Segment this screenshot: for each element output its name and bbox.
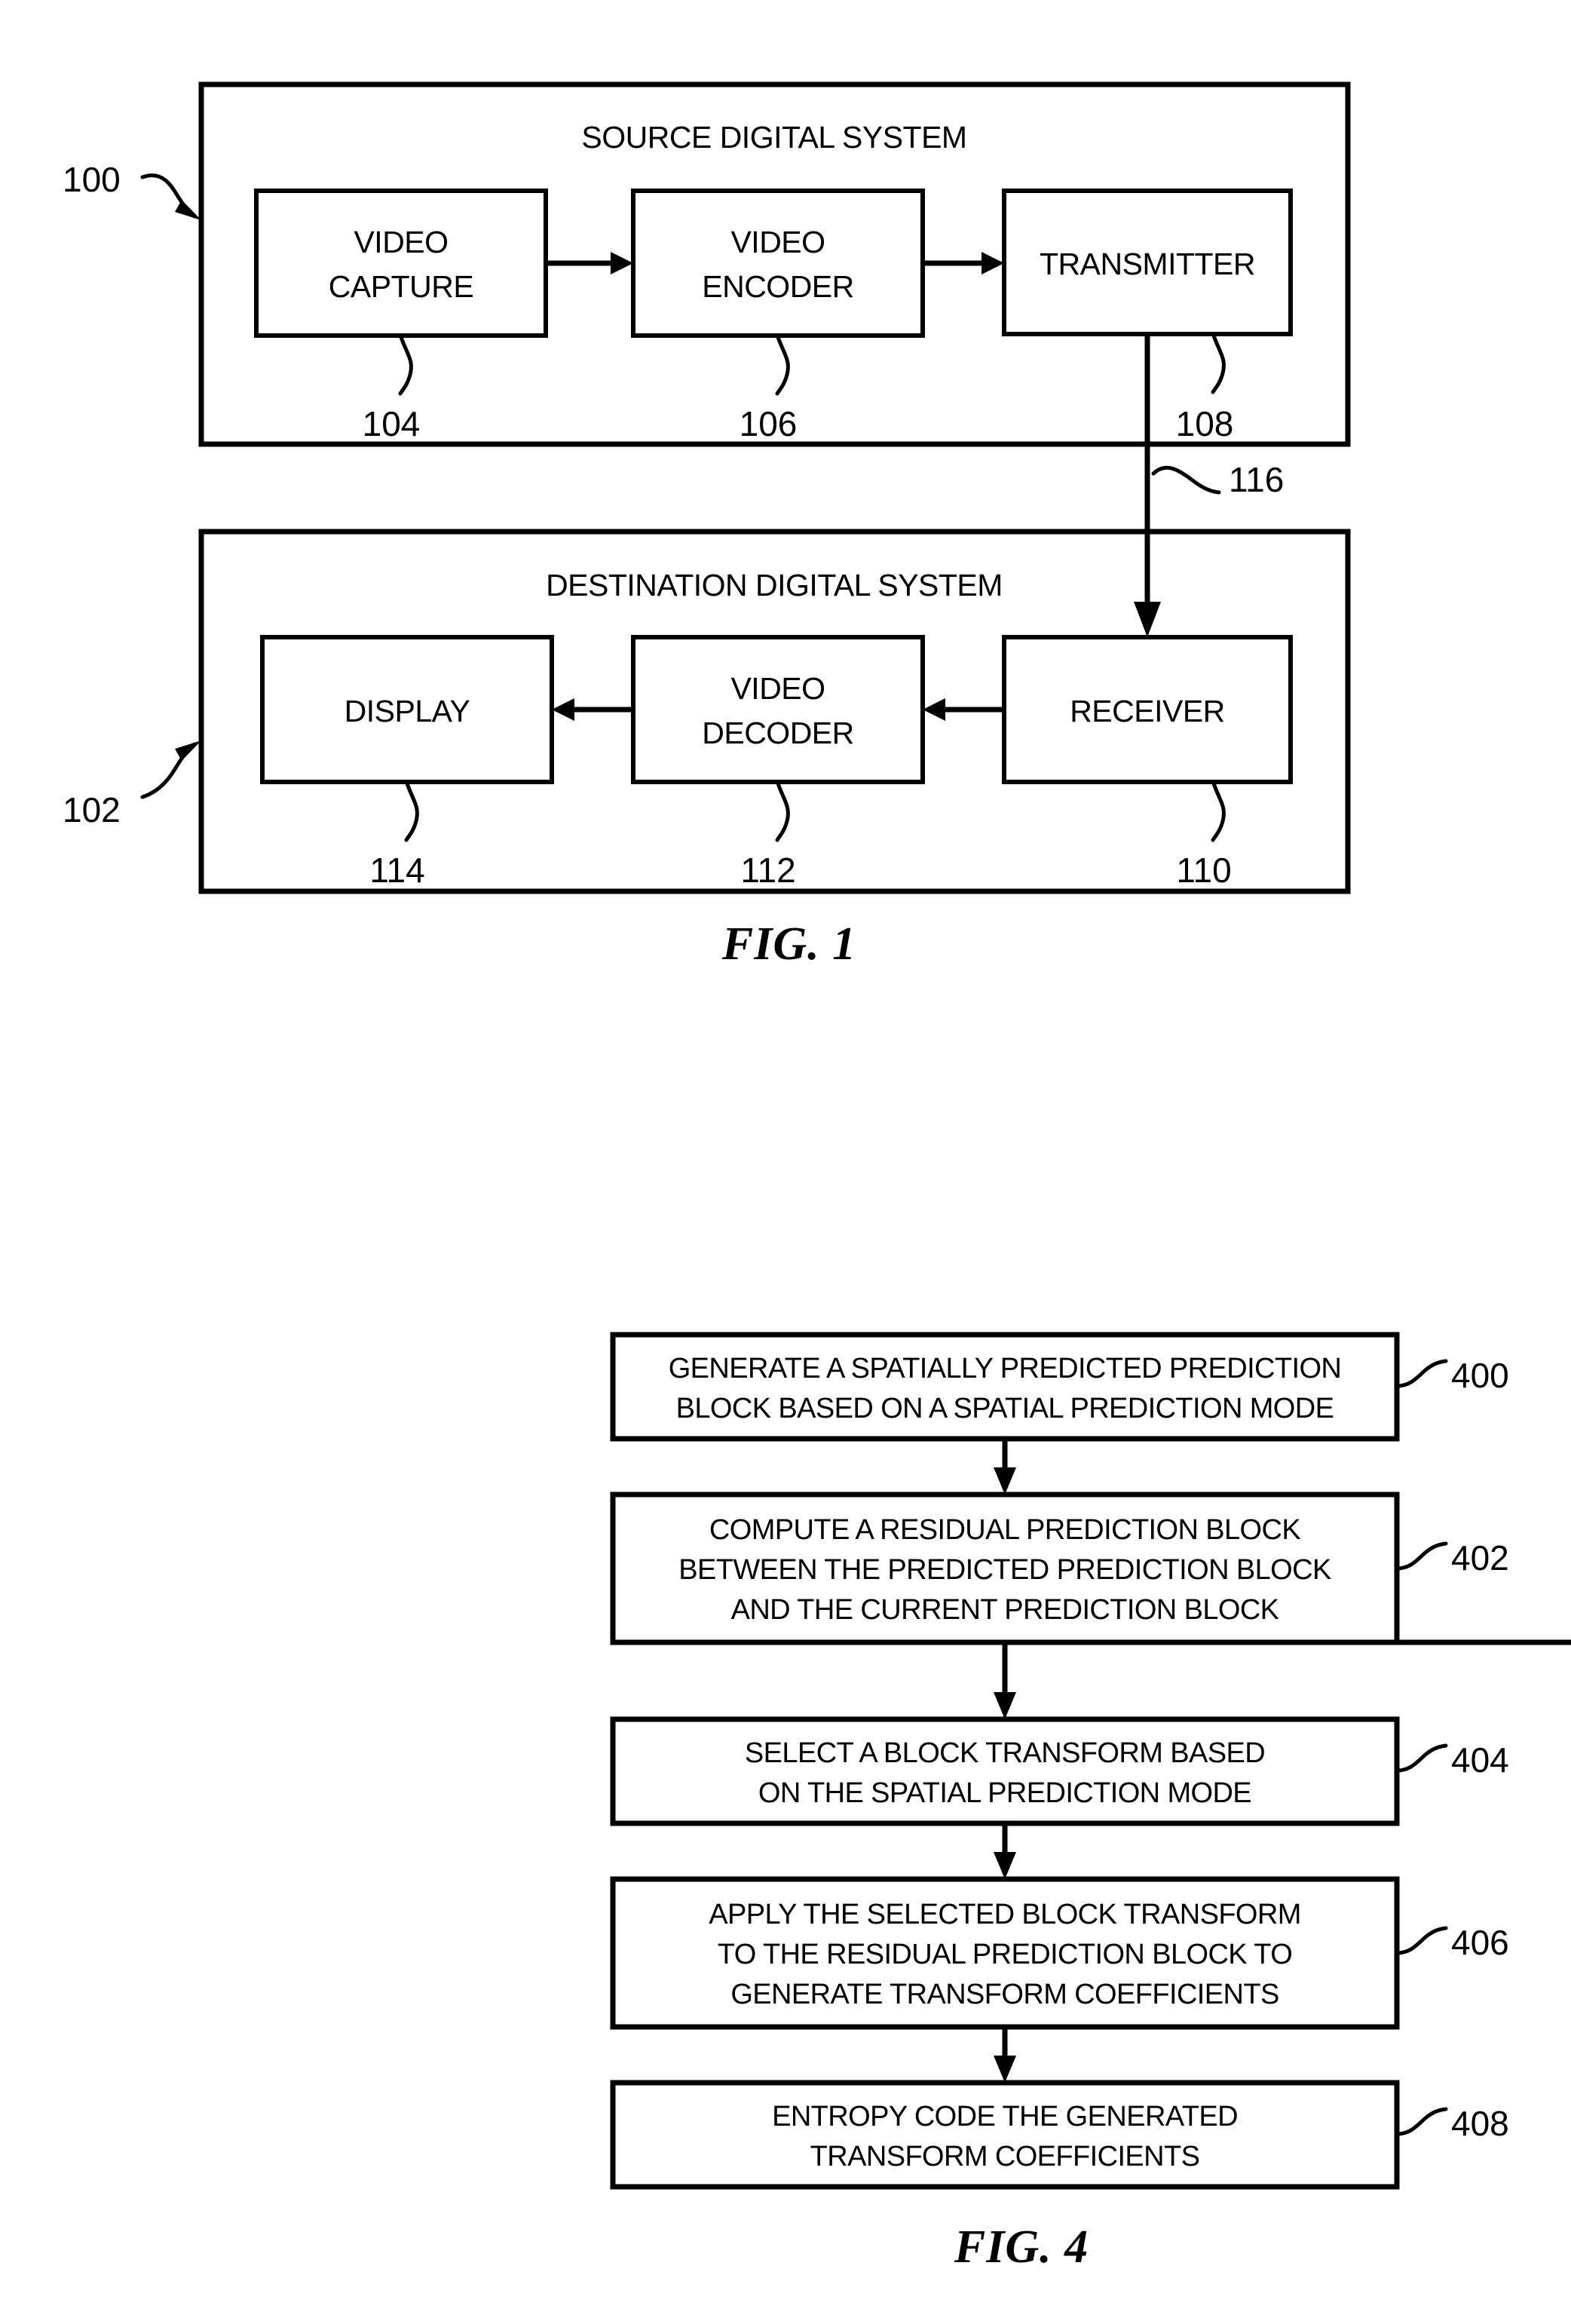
flow-step-402-line-1: COMPUTE A RESIDUAL PREDICTION BLOCK <box>709 1514 1300 1546</box>
video-encoder-label-line-1: VIDEO <box>730 225 825 259</box>
flow-step-404-line-1: SELECT A BLOCK TRANSFORM BASED <box>745 1737 1265 1769</box>
arrowhead-decoder-display <box>552 698 574 721</box>
block-video-encoder: VIDEO ENCODER 106 <box>631 189 925 443</box>
reference-number-404: 404 <box>1451 1740 1509 1780</box>
reference-number-110: 110 <box>1176 851 1231 890</box>
flow-step-402-line-3: AND THE CURRENT PREDICTION BLOCK <box>731 1594 1279 1626</box>
destination-digital-system-container: DESTINATION DIGITAL SYSTEM 102 DISPLAY 1… <box>63 529 1351 894</box>
flow-step-408: ENTROPY CODE THE GENERATED TRANSFORM COE… <box>610 2080 1509 2190</box>
display-label: DISPLAY <box>345 694 470 728</box>
video-capture-label-line-2: CAPTURE <box>329 269 473 304</box>
transmitter-label: TRANSMITTER <box>1040 247 1255 281</box>
arrow-receiver-to-decoder <box>923 698 1004 721</box>
flow-step-400-line-2: BLOCK BASED ON A SPATIAL PREDICTION MODE <box>676 1393 1334 1424</box>
arrowhead-receiver-decoder <box>923 698 945 721</box>
source-digital-system-container: SOURCE DIGITAL SYSTEM 100 VIDEO CAPTURE … <box>63 81 1351 447</box>
block-video-decoder: VIDEO DECODER 112 <box>631 635 925 890</box>
arrowhead-404-406 <box>994 1852 1016 1879</box>
flow-step-406: APPLY THE SELECTED BLOCK TRANSFORM TO TH… <box>610 1876 1509 2030</box>
flow-step-402: COMPUTE A RESIDUAL PREDICTION BLOCK BETW… <box>610 1492 1509 1645</box>
video-encoder-box <box>631 189 925 338</box>
reference-number-114: 114 <box>369 851 424 890</box>
reference-number-102: 102 <box>63 790 121 829</box>
arrowhead-406-408 <box>994 2056 1016 2083</box>
source-digital-system-title: SOURCE DIGITAL SYSTEM <box>581 120 966 155</box>
figure-1-caption: FIG. 1 <box>721 918 856 970</box>
flow-step-400-line-1: GENERATE A SPATIALLY PREDICTED PREDICTIO… <box>669 1353 1342 1384</box>
flow-step-408-line-2: TRANSFORM COEFFICIENTS <box>810 2141 1200 2172</box>
video-encoder-label-line-2: ENCODER <box>702 269 854 304</box>
patent-figure-canvas: SOURCE DIGITAL SYSTEM 100 VIDEO CAPTURE … <box>63 81 1571 2273</box>
flow-step-400: GENERATE A SPATIALLY PREDICTED PREDICTIO… <box>610 1332 1509 1442</box>
destination-digital-system-title: DESTINATION DIGITAL SYSTEM <box>546 568 1003 602</box>
flow-arrow-400-402 <box>994 1439 1016 1495</box>
source-system-reference-leader <box>140 173 201 220</box>
flow-arrow-402-404 <box>994 1639 1571 1719</box>
block-video-capture: VIDEO CAPTURE 104 <box>254 189 548 443</box>
block-display: DISPLAY 114 <box>260 635 554 890</box>
patent-drawing-sheet: SOURCE DIGITAL SYSTEM 100 VIDEO CAPTURE … <box>0 0 1571 2324</box>
arrowhead-402-404 <box>994 1692 1016 1719</box>
figure-4-caption: FIG. 4 <box>954 2221 1089 2273</box>
video-decoder-label-line-2: DECODER <box>702 716 854 750</box>
arrowhead-channel <box>1134 602 1161 637</box>
arrow-decoder-to-display <box>552 698 633 721</box>
video-capture-box <box>254 189 548 338</box>
figure-1-group: SOURCE DIGITAL SYSTEM 100 VIDEO CAPTURE … <box>63 81 1351 970</box>
reference-number-108: 108 <box>1176 404 1234 443</box>
flow-step-402-line-2: BETWEEN THE PREDICTED PREDICTION BLOCK <box>678 1554 1331 1586</box>
reference-number-402: 402 <box>1451 1538 1509 1577</box>
flow-step-406-line-1: APPLY THE SELECTED BLOCK TRANSFORM <box>709 1899 1301 1930</box>
destination-system-reference-leader <box>140 740 201 799</box>
arrowhead-encoder-transmitter <box>981 252 1004 274</box>
flow-step-406-line-2: TO THE RESIDUAL PREDICTION BLOCK TO <box>718 1939 1292 1970</box>
leader-arrowhead-102 <box>175 740 201 761</box>
leader-arrowhead-100 <box>175 200 201 220</box>
flow-step-404-line-2: ON THE SPATIAL PREDICTION MODE <box>758 1777 1251 1809</box>
transmission-channel: 116 <box>1134 334 1284 637</box>
arrow-encoder-to-transmitter <box>923 252 1004 274</box>
reference-number-104: 104 <box>363 404 421 443</box>
arrowhead-capture-encoder <box>611 252 633 274</box>
flow-step-406-line-3: GENERATE TRANSFORM COEFFICIENTS <box>730 1979 1279 2010</box>
reference-number-116: 116 <box>1229 460 1284 499</box>
arrowhead-400-402 <box>994 1467 1016 1495</box>
reference-number-406: 406 <box>1451 1923 1509 1962</box>
receiver-label: RECEIVER <box>1070 694 1225 728</box>
video-decoder-box <box>631 635 925 784</box>
video-decoder-label-line-1: VIDEO <box>730 671 825 706</box>
arrow-capture-to-encoder <box>546 252 633 274</box>
flow-step-404: SELECT A BLOCK TRANSFORM BASED ON THE SP… <box>610 1716 1509 1826</box>
reference-number-408: 408 <box>1451 2104 1509 2143</box>
reference-number-100: 100 <box>63 160 121 199</box>
flow-step-408-line-1: ENTROPY CODE THE GENERATED <box>772 2101 1238 2132</box>
block-receiver: RECEIVER 110 <box>1002 635 1293 890</box>
video-capture-label-line-1: VIDEO <box>354 225 448 259</box>
reference-number-112: 112 <box>740 851 795 890</box>
figure-4-group: GENERATE A SPATIALLY PREDICTED PREDICTIO… <box>610 1332 1571 2273</box>
flow-arrow-404-406 <box>994 1823 1016 1879</box>
flow-arrow-406-408 <box>994 2027 1016 2083</box>
reference-number-106: 106 <box>740 404 798 443</box>
reference-number-400: 400 <box>1451 1356 1509 1395</box>
